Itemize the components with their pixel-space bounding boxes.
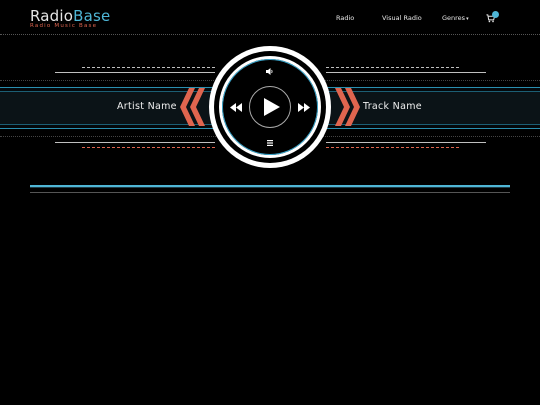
caret-down-icon: ▾ [466,16,469,22]
play-button[interactable] [249,86,291,128]
nav-item-visual-radio[interactable]: Visual Radio [382,14,422,22]
fast-forward-button[interactable] [297,100,311,114]
accent-dash-upper-right [326,67,459,68]
rewind-button[interactable] [229,100,243,114]
accent-line-upper-right [326,72,486,73]
accent-dash-lower-right [326,147,459,148]
logo-tagline: Radio Music Base [30,23,98,29]
site-header: RadioBase Radio Music Base Radio Visual … [0,0,540,34]
cart-count-badge [492,11,499,18]
player-disc [209,46,331,168]
nav-item-genres-label: Genres [442,14,466,22]
volume-icon [266,67,273,75]
play-icon [263,98,280,116]
accent-line-lower-left [55,142,215,143]
accent-line-upper-left [55,72,215,73]
header-divider [0,34,540,35]
chevrons-left-icon [180,88,205,126]
chevrons-right-icon [335,88,360,126]
artist-name: Artist Name [117,101,177,112]
volume-button[interactable] [263,65,277,77]
nav-item-radio[interactable]: Radio [336,14,354,22]
menu-icon [267,140,273,146]
menu-button[interactable] [263,137,277,149]
logo[interactable]: RadioBase Radio Music Base [30,8,110,29]
cart-button[interactable] [486,11,500,24]
fast-forward-icon [298,102,310,112]
track-name: Track Name [363,101,422,112]
nav-item-genres[interactable]: Genres▾ [442,14,469,22]
rewind-icon [230,102,242,112]
content-divider-bar [0,185,540,193]
accent-dash-lower-left [82,147,215,148]
accent-dash-upper-left [82,67,215,68]
accent-line-lower-right [326,142,486,143]
